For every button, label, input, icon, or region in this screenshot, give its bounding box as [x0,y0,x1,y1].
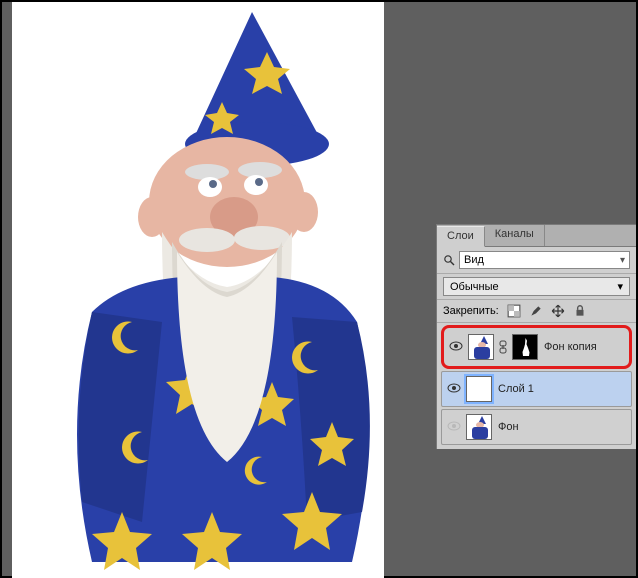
link-mask-icon[interactable] [498,340,508,354]
filter-type-value: Вид [464,254,484,266]
chevron-down-icon: ▾ [620,255,625,266]
visibility-toggle[interactable] [446,380,462,399]
document-canvas[interactable] [12,2,384,578]
visibility-toggle[interactable] [448,338,464,357]
tab-channels[interactable]: Каналы [485,225,545,246]
layer-row-highlighted[interactable]: Фон копия [441,325,632,369]
tab-layers[interactable]: Слои [437,226,485,247]
lock-brush-icon[interactable] [529,304,543,318]
blend-mode-value: Обычные [450,281,499,293]
layer-thumbnail[interactable] [466,414,492,440]
blend-mode-select[interactable]: Обычные ▾ [443,277,630,296]
lock-all-icon[interactable] [573,304,587,318]
layer-thumbnail[interactable] [466,376,492,402]
filter-type-select[interactable]: Вид ▾ [459,251,630,269]
visibility-toggle[interactable] [446,418,462,437]
layer-name[interactable]: Фон копия [542,341,625,353]
chevron-down-icon: ▾ [617,280,623,293]
panel-tabs: Слои Каналы [437,225,636,247]
layer-row[interactable]: Слой 1 [441,371,632,407]
layer-thumbnail[interactable] [468,334,494,360]
layers-list: Фон копия Слой 1 Фон [437,323,636,449]
layer-filter-row: Вид ▾ [437,247,636,273]
lock-label: Закрепить: [443,305,499,317]
layer-mask-thumbnail[interactable] [512,334,538,360]
lock-pixels-icon[interactable] [507,304,521,318]
lock-position-icon[interactable] [551,304,565,318]
wizard-image [12,2,384,578]
lock-row: Закрепить: [437,299,636,323]
blend-mode-row: Обычные ▾ [437,273,636,299]
layer-name[interactable]: Слой 1 [496,383,627,395]
layers-panel: Слои Каналы Вид ▾ Обычные ▾ Закрепить: [436,224,636,449]
layer-row[interactable]: Фон [441,409,632,445]
layer-name[interactable]: Фон [496,421,627,433]
search-icon [443,254,455,266]
